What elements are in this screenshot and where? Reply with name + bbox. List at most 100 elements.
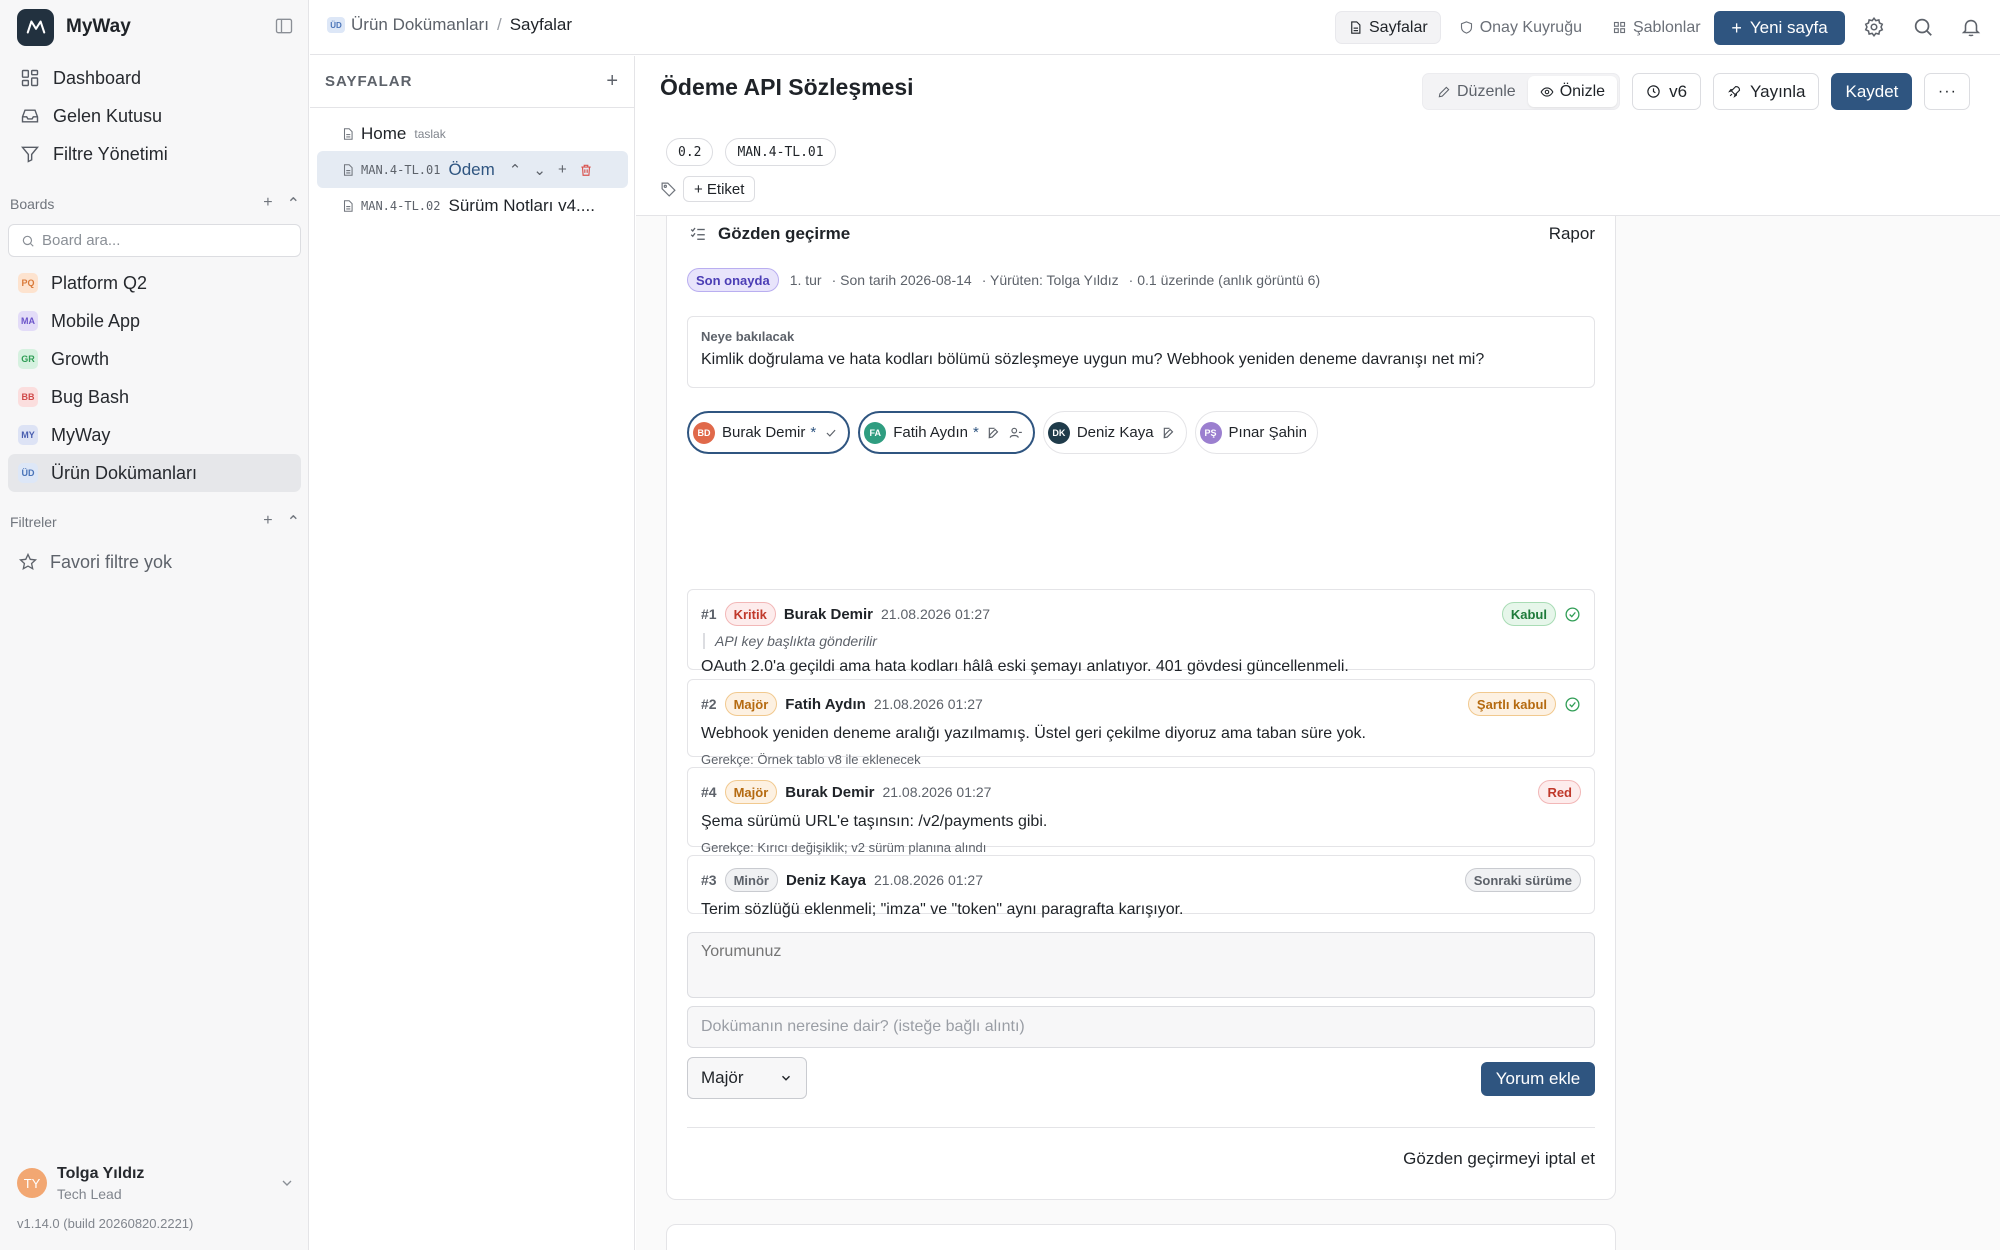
inbox-icon	[21, 109, 39, 123]
comment-reason: Gerekçe: Kırıcı değişiklik; v2 sürüm pla…	[701, 840, 987, 855]
comment-textarea[interactable]	[687, 932, 1595, 998]
add-page-icon[interactable]: +	[606, 70, 619, 93]
page-item-odeme[interactable]: MAN.4-TL.01 Ödem ⌃ ⌄ +	[317, 151, 628, 188]
app-version: v1.14.0 (build 20260820.2221)	[17, 1216, 194, 1231]
rocket-icon	[1728, 85, 1741, 98]
space-badge: ÜD	[327, 17, 345, 33]
document-header: Ödeme API Sözleşmesi Düzenle Önizle v6 Y…	[636, 56, 2000, 216]
topbar: ÜD Ürün Dokümanları / Sayfalar Sayfalar …	[310, 0, 2000, 55]
nav-inbox[interactable]: Gelen Kutusu	[8, 97, 301, 135]
template-grid-icon	[1613, 21, 1626, 34]
board-badge: BB	[18, 387, 38, 407]
comment-number: #3	[701, 872, 717, 888]
board-item[interactable]: MY MyWay	[8, 416, 301, 454]
version-history-button[interactable]: v6	[1632, 73, 1702, 110]
quote-input[interactable]: Dokümanın neresine dair? (isteğe bağlı a…	[687, 1006, 1595, 1048]
pencil-icon	[1438, 86, 1450, 97]
add-filter-icon[interactable]: +	[263, 512, 272, 532]
edit-icon[interactable]	[987, 426, 1001, 440]
add-board-icon[interactable]: +	[263, 194, 272, 214]
edit-icon[interactable]	[1162, 426, 1176, 440]
page-title: Ödem	[448, 159, 495, 179]
user-minus-icon[interactable]	[1009, 426, 1023, 440]
check-icon[interactable]	[824, 426, 838, 440]
reviewer-chip[interactable]: BD Burak Demir *	[687, 411, 851, 454]
review-round: 1. tur	[789, 272, 822, 288]
resolution-badge[interactable]: Kabul	[1501, 602, 1556, 626]
nav-dashboard[interactable]: Dashboard	[8, 59, 301, 97]
comment-item: #1 Kritik Burak Demir 21.08.2026 01:27 Kabul…	[687, 589, 1595, 675]
preview-mode-label: Önizle	[1559, 82, 1606, 100]
search-icon	[22, 235, 34, 247]
board-search-input[interactable]: Board ara...	[8, 224, 301, 257]
board-label: MyWay	[51, 424, 111, 445]
reviewer-chip[interactable]: PŞ Pınar Şahin	[1194, 411, 1318, 454]
board-search-placeholder: Board ara...	[42, 232, 121, 249]
required-marker: *	[810, 424, 817, 441]
board-badge: MA	[18, 311, 38, 331]
collapse-boards-icon[interactable]: ⌃	[287, 194, 300, 214]
edit-mode-button[interactable]: Düzenle	[1425, 76, 1528, 107]
pages-panel: SAYFALAR + Home taslak MAN.4-TL.01 Ödem …	[310, 56, 635, 1250]
report-link[interactable]: Rapor	[1549, 224, 1595, 244]
check-circle-icon	[1565, 606, 1580, 622]
user-name: Tolga Yıldız	[57, 1164, 145, 1182]
reviewer-name: Burak Demir	[722, 424, 806, 441]
nav-label: Filtre Yönetimi	[53, 143, 168, 164]
trash-icon[interactable]	[579, 163, 593, 177]
reviewer-chip[interactable]: DK Deniz Kaya	[1042, 411, 1187, 454]
add-subpage-icon[interactable]: +	[558, 161, 567, 178]
save-button[interactable]: Kaydet	[1831, 73, 1913, 110]
severity-badge: Majör	[724, 780, 778, 804]
tab-pages[interactable]: Sayfalar	[1335, 11, 1441, 44]
file-icon	[343, 127, 353, 140]
resolution-badge[interactable]: Red	[1538, 780, 1581, 804]
sidebar-collapse-icon[interactable]	[274, 16, 294, 36]
reviewer-chip[interactable]: FA Fatih Aydın *	[858, 411, 1035, 454]
nav-filter-management[interactable]: Filtre Yönetimi	[8, 135, 301, 173]
comment-date: 21.08.2026 01:27	[874, 872, 984, 888]
plus-icon: +	[1731, 17, 1742, 38]
move-down-icon[interactable]: ⌄	[533, 161, 546, 179]
add-comment-button[interactable]: Yorum ekle	[1481, 1062, 1595, 1096]
document-chips: 0.2 MAN.4-TL.01	[666, 138, 836, 166]
board-item[interactable]: ÜD Ürün Dokümanları	[8, 454, 301, 492]
review-owner: · Yürüten: Tolga Yıldız	[981, 272, 1119, 288]
board-item[interactable]: MA Mobile App	[8, 302, 301, 340]
board-item[interactable]: GR Growth	[8, 340, 301, 378]
gear-icon[interactable]	[1863, 16, 1885, 38]
more-options-icon[interactable]: ···	[1924, 73, 1971, 110]
page-code: MAN.4-TL.01	[361, 162, 441, 177]
move-up-icon[interactable]: ⌃	[509, 161, 522, 179]
collapse-filters-icon[interactable]: ⌃	[287, 512, 300, 532]
publish-button[interactable]: Yayınla	[1713, 73, 1820, 110]
review-title: Gözden geçirme	[718, 224, 851, 243]
boards-title: Boards	[10, 196, 55, 212]
cancel-review-button[interactable]: Gözden geçirmeyi iptal et	[1383, 1149, 1595, 1169]
page-item-home[interactable]: Home taslak	[317, 115, 628, 152]
tab-approval-queue[interactable]: Onay Kuyruğu	[1447, 11, 1594, 44]
bell-icon[interactable]	[1960, 16, 1982, 38]
user-menu[interactable]: TY Tolga Yıldız Tech Lead	[17, 1160, 295, 1206]
review-snapshot: · 0.1 üzerinde (anlık görüntü 6)	[1128, 272, 1321, 288]
add-tag-button[interactable]: + Etiket	[683, 176, 756, 202]
avatar: FA	[864, 421, 887, 444]
search-icon[interactable]	[1912, 16, 1934, 38]
check-circle-icon	[1565, 696, 1580, 712]
brand[interactable]: MyWay	[17, 8, 131, 46]
severity-select[interactable]: Majör	[687, 1057, 807, 1099]
resolution-badge[interactable]: Şartlı kabul	[1467, 692, 1556, 716]
board-item[interactable]: BB Bug Bash	[8, 378, 301, 416]
comment-number: #4	[701, 784, 717, 800]
breadcrumb: ÜD Ürün Dokümanları / Sayfalar	[327, 15, 572, 35]
tag-icon	[661, 182, 676, 197]
board-item[interactable]: PQ Platform Q2	[8, 264, 301, 302]
new-page-button[interactable]: + Yeni sayfa	[1714, 11, 1845, 45]
comment-number: #2	[701, 696, 717, 712]
breadcrumb-space[interactable]: Ürün Dokümanları	[351, 15, 489, 35]
page-item-release-notes[interactable]: MAN.4-TL.02 Sürüm Notları v4....	[317, 187, 628, 224]
tab-templates[interactable]: Şablonlar	[1600, 11, 1713, 44]
resolution-badge[interactable]: Sonraki sürüme	[1464, 868, 1581, 892]
favorite-filters-empty-label: Favori filtre yok	[50, 551, 173, 572]
preview-mode-button[interactable]: Önizle	[1527, 76, 1618, 107]
